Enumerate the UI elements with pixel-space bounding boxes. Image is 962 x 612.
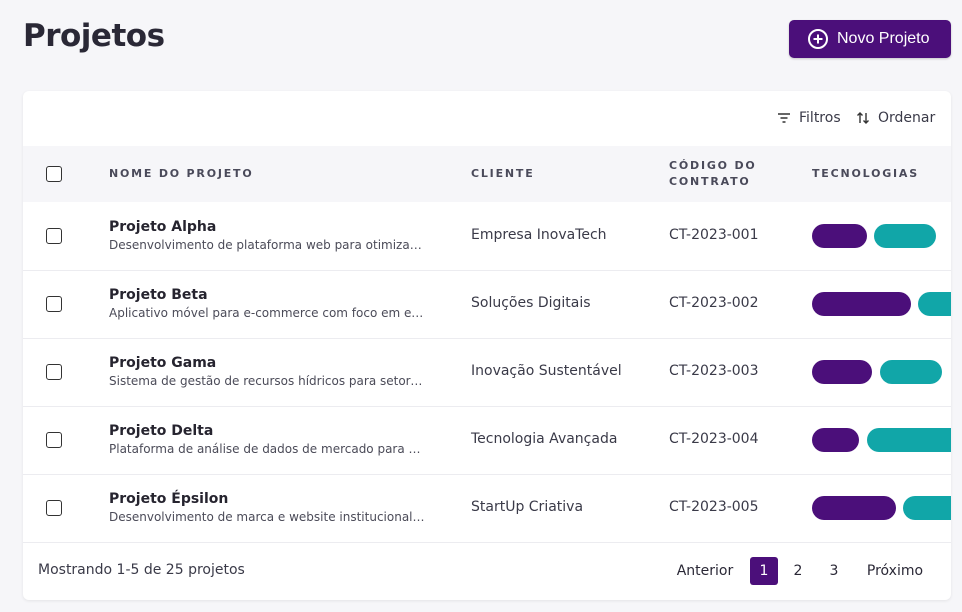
new-project-label: Novo Projeto [837, 30, 930, 47]
select-all-checkbox[interactable] [46, 166, 62, 182]
page-title: Projetos [23, 18, 165, 54]
contract-code: CT-2023-005 [669, 499, 759, 515]
page-3-button[interactable]: 3 [820, 557, 848, 585]
sort-button[interactable]: Ordenar [856, 107, 935, 129]
project-name[interactable]: Projeto Gama [109, 355, 216, 371]
plus-circle-icon [807, 28, 829, 50]
row-checkbox[interactable] [46, 364, 62, 380]
row-checkbox[interactable] [46, 296, 62, 312]
column-header-contract-code[interactable]: Código do Contrato [669, 158, 779, 190]
technology-tag [812, 292, 911, 316]
technology-tag [874, 224, 936, 248]
table-row[interactable]: Projeto Épsilon Desenvolvimento de marca… [23, 474, 951, 543]
contract-code: CT-2023-004 [669, 431, 759, 447]
technology-tag [812, 496, 896, 520]
filters-label: Filtros [799, 110, 841, 126]
previous-page-button[interactable]: Anterior [669, 557, 741, 585]
technology-tag [812, 360, 872, 384]
row-checkbox[interactable] [46, 432, 62, 448]
technology-tag [903, 496, 951, 520]
client-name: StartUp Criativa [471, 499, 584, 515]
project-description: Desenvolvimento de marca e website insti… [109, 510, 425, 524]
sort-icon [857, 112, 869, 124]
row-checkbox[interactable] [46, 228, 62, 244]
technology-tag [812, 224, 867, 248]
column-header-technologies[interactable]: Tecnologias [812, 167, 919, 180]
technology-tag [867, 428, 951, 452]
project-description: Sistema de gestão de recursos hídricos p… [109, 374, 425, 388]
next-page-button[interactable]: Próximo [859, 557, 931, 585]
table-row[interactable]: Projeto Delta Plataforma de análise de d… [23, 406, 951, 475]
sort-label: Ordenar [878, 110, 936, 126]
page-1-button[interactable]: 1 [750, 557, 778, 585]
pagination-info: Mostrando 1-5 de 25 projetos [38, 562, 245, 578]
technology-tag [918, 292, 951, 316]
pagination-bar: Mostrando 1-5 de 25 projetos Anterior 1 … [23, 542, 951, 600]
client-name: Soluções Digitais [471, 295, 591, 311]
column-header-name[interactable]: Nome do Projeto [109, 167, 254, 180]
row-checkbox[interactable] [46, 500, 62, 516]
table-row[interactable]: Projeto Alpha Desenvolvimento de platafo… [23, 202, 951, 271]
project-description: Aplicativo móvel para e-commerce com foc… [109, 306, 425, 320]
technology-tag [880, 360, 942, 384]
client-name: Empresa InovaTech [471, 227, 607, 243]
new-project-button[interactable]: Novo Projeto [789, 20, 951, 58]
project-name[interactable]: Projeto Beta [109, 287, 208, 303]
project-name[interactable]: Projeto Épsilon [109, 491, 228, 507]
project-description: Desenvolvimento de plataforma web para o… [109, 238, 425, 252]
table-toolbar: Filtros Ordenar [23, 91, 951, 146]
table-row[interactable]: Projeto Gama Sistema de gestão de recurs… [23, 338, 951, 407]
contract-code: CT-2023-003 [669, 363, 759, 379]
client-name: Inovação Sustentável [471, 363, 622, 379]
client-name: Tecnologia Avançada [471, 431, 618, 447]
project-name[interactable]: Projeto Delta [109, 423, 213, 439]
project-name[interactable]: Projeto Alpha [109, 219, 216, 235]
technology-tag [812, 428, 859, 452]
table-row[interactable]: Projeto Beta Aplicativo móvel para e-com… [23, 270, 951, 339]
contract-code: CT-2023-001 [669, 227, 759, 243]
contract-code: CT-2023-002 [669, 295, 759, 311]
project-description: Plataforma de análise de dados de mercad… [109, 442, 425, 456]
filter-icon [778, 113, 790, 123]
filters-button[interactable]: Filtros [777, 107, 841, 129]
column-header-client[interactable]: Cliente [471, 167, 535, 180]
page-2-button[interactable]: 2 [784, 557, 812, 585]
projects-card: Filtros Ordenar Nome do Projeto Cliente … [23, 91, 951, 600]
table-header: Nome do Projeto Cliente Código do Contra… [23, 146, 951, 202]
